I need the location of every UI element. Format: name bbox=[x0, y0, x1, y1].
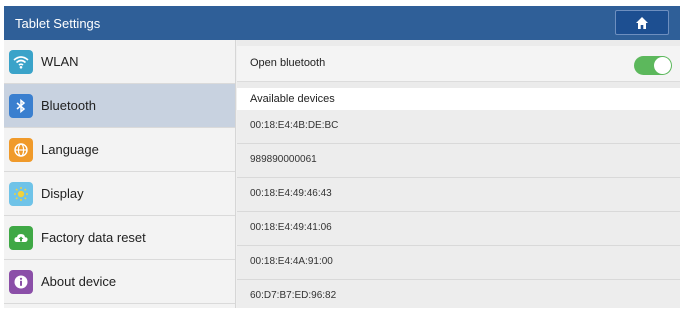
sidebar-item-language[interactable]: Language bbox=[4, 128, 235, 172]
sidebar-item-label: Bluetooth bbox=[41, 98, 96, 113]
sidebar-item-label: Factory data reset bbox=[41, 230, 146, 245]
bluetooth-icon bbox=[9, 93, 33, 118]
sidebar-item-label: About device bbox=[41, 274, 117, 289]
device-item[interactable]: 60:D7:B7:ED:96:82 bbox=[237, 280, 680, 308]
globe-icon bbox=[9, 137, 33, 162]
available-devices-header: Available devices bbox=[237, 88, 680, 110]
device-address: 00:18:E4:4A:91:00 bbox=[250, 256, 333, 267]
device-item[interactable]: 00:18:E4:4B:DE:BC bbox=[237, 110, 680, 144]
sidebar: WLAN Bluetooth Language Display Factory … bbox=[4, 40, 236, 308]
device-item[interactable]: 00:18:E4:4A:91:00 bbox=[237, 246, 680, 280]
toggle-knob bbox=[654, 57, 671, 74]
sidebar-item-label: Display bbox=[41, 186, 84, 201]
sidebar-item-bluetooth[interactable]: Bluetooth bbox=[4, 84, 235, 128]
home-icon bbox=[636, 16, 648, 29]
wifi-icon bbox=[9, 49, 33, 74]
home-button[interactable] bbox=[615, 10, 669, 35]
sidebar-item-display[interactable]: Display bbox=[4, 172, 235, 216]
title-bar: Tablet Settings bbox=[4, 6, 680, 40]
open-bluetooth-label: Open bluetooth bbox=[250, 57, 326, 69]
sidebar-item-wlan[interactable]: WLAN bbox=[4, 40, 235, 84]
info-icon bbox=[9, 269, 33, 294]
bluetooth-toggle[interactable] bbox=[634, 56, 672, 75]
sidebar-item-about[interactable]: About device bbox=[4, 260, 235, 304]
device-item[interactable]: 00:18:E4:49:46:43 bbox=[237, 178, 680, 212]
device-address: 00:18:E4:4B:DE:BC bbox=[250, 120, 339, 131]
cloud-upload-icon bbox=[9, 225, 33, 250]
device-address: 00:18:E4:49:46:43 bbox=[250, 188, 332, 199]
sidebar-item-label: Language bbox=[41, 142, 99, 157]
bluetooth-panel: Open bluetooth Available devices 00:18:E… bbox=[237, 40, 680, 308]
device-address: 00:18:E4:49:41:06 bbox=[250, 222, 332, 233]
device-address: 989890000061 bbox=[250, 154, 317, 165]
open-bluetooth-row: Open bluetooth bbox=[237, 46, 680, 82]
device-address: 60:D7:B7:ED:96:82 bbox=[250, 290, 337, 301]
sidebar-item-label: WLAN bbox=[41, 54, 79, 69]
device-item[interactable]: 00:18:E4:49:41:06 bbox=[237, 212, 680, 246]
settings-window: Tablet Settings WLAN Bluetooth Language … bbox=[4, 6, 680, 308]
sidebar-item-factory-reset[interactable]: Factory data reset bbox=[4, 216, 235, 260]
brightness-icon bbox=[9, 181, 33, 206]
available-devices-label: Available devices bbox=[250, 93, 335, 105]
device-item[interactable]: 989890000061 bbox=[237, 144, 680, 178]
page-title: Tablet Settings bbox=[15, 16, 101, 31]
